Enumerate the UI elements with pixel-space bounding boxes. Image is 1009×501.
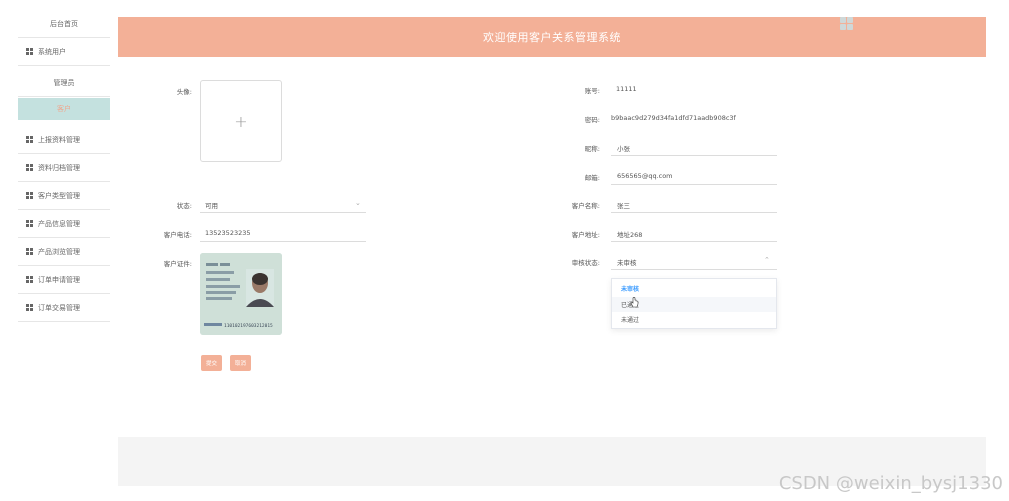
- sidebar-item-archive[interactable]: 资料归档管理: [18, 154, 110, 182]
- grid-icon: [26, 191, 34, 200]
- avatar-uploader[interactable]: +: [200, 80, 282, 162]
- email-underline: [611, 184, 777, 185]
- review-status-select[interactable]: 未审核: [617, 257, 637, 267]
- nickname-field[interactable]: 小张: [617, 143, 630, 153]
- grid-icon: [26, 275, 34, 284]
- password-label: 密码:: [584, 116, 600, 124]
- sidebar-item-order-trade[interactable]: 订单交易管理: [18, 294, 110, 322]
- account-value: 11111: [616, 85, 637, 93]
- grid-icon: [26, 247, 34, 256]
- page-title: 欢迎使用客户关系管理系统: [483, 31, 621, 44]
- sidebar-item-product-info[interactable]: 产品信息管理: [18, 210, 110, 238]
- sidebar-item-label: 产品浏览管理: [38, 247, 80, 256]
- sidebar-item-label: 产品信息管理: [38, 219, 80, 228]
- avatar-label: 头像:: [176, 88, 192, 96]
- sidebar-item-label: 资料归档管理: [38, 163, 80, 172]
- sidebar-item-label: 订单申请管理: [38, 275, 80, 284]
- address-field[interactable]: 地址268: [617, 229, 642, 239]
- sidebar-item-home[interactable]: 后台首页: [18, 10, 110, 38]
- nickname-label: 昵称:: [584, 145, 600, 153]
- idcard-number: 110102197603212015: [224, 323, 273, 329]
- grid-icon: [26, 47, 34, 56]
- sidebar: 后台首页 系统用户 管理员 客户 上报资料管理 资料归档管理 客户类型管理 产品…: [18, 10, 110, 330]
- idcard-image[interactable]: 110102197603212015: [200, 253, 282, 335]
- password-value: b9baac9d279d34fa1dfd71aadb908c3f: [611, 114, 736, 122]
- review-status-underline: [611, 269, 777, 270]
- top-header: 欢迎使用客户关系管理系统: [118, 17, 986, 57]
- sidebar-item-customer-type[interactable]: 客户类型管理: [18, 182, 110, 210]
- sidebar-item-label: 订单交易管理: [38, 303, 80, 312]
- sidebar-item-label: 上报资料管理: [38, 135, 80, 144]
- dropdown-option[interactable]: 未通过: [612, 312, 776, 327]
- sidebar-item-customer[interactable]: 客户: [18, 98, 110, 120]
- status-select[interactable]: 可用: [205, 200, 218, 210]
- review-status-label: 审核状态:: [571, 259, 600, 267]
- grid-icon[interactable]: [840, 17, 854, 31]
- watermark: CSDN @weixin_bysj1330: [778, 473, 1003, 494]
- customer-name-label: 客户名称:: [571, 202, 600, 210]
- hand-cursor-icon: [630, 297, 639, 308]
- dropdown-option[interactable]: 未审核: [612, 281, 776, 296]
- phone-label: 客户电话:: [163, 231, 192, 239]
- phone-underline: [200, 241, 366, 242]
- sidebar-item-system-users[interactable]: 系统用户: [18, 38, 110, 66]
- cancel-button[interactable]: 取消: [230, 355, 251, 371]
- sidebar-item-label: 系统用户: [38, 47, 66, 56]
- email-label: 邮箱:: [584, 174, 600, 182]
- plus-icon: +: [234, 111, 248, 131]
- account-label: 账号:: [584, 87, 600, 95]
- sidebar-item-admin[interactable]: 管理员: [18, 69, 110, 97]
- sidebar-item-product-browse[interactable]: 产品浏览管理: [18, 238, 110, 266]
- sidebar-item-report-data[interactable]: 上报资料管理: [18, 126, 110, 154]
- idcard-picture: 110102197603212015: [200, 253, 282, 335]
- chevron-down-icon: ⌄: [355, 199, 361, 207]
- review-status-dropdown: 未审核 已通过 未通过: [611, 278, 777, 329]
- idcard-label: 客户证件:: [163, 260, 192, 268]
- grid-icon: [26, 219, 34, 228]
- sidebar-item-label: 后台首页: [50, 19, 78, 28]
- grid-icon: [26, 163, 34, 172]
- sidebar-item-label: 客户: [57, 105, 71, 113]
- sidebar-item-label: 管理员: [53, 78, 75, 87]
- nickname-underline: [611, 155, 777, 156]
- chevron-up-icon: ⌃: [764, 256, 770, 264]
- status-underline: [200, 212, 366, 213]
- phone-field[interactable]: 13523523235: [205, 229, 251, 237]
- address-label: 客户地址:: [571, 231, 600, 239]
- address-underline: [611, 241, 777, 242]
- grid-icon: [26, 135, 34, 144]
- grid-icon: [26, 303, 34, 312]
- submit-button[interactable]: 提交: [201, 355, 222, 371]
- email-field[interactable]: 656565@qq.com: [617, 172, 673, 180]
- customer-name-field[interactable]: 张三: [617, 200, 630, 210]
- sidebar-item-order-apply[interactable]: 订单申请管理: [18, 266, 110, 294]
- sidebar-item-label: 客户类型管理: [38, 191, 80, 200]
- customer-name-underline: [611, 212, 777, 213]
- status-label: 状态:: [176, 202, 192, 210]
